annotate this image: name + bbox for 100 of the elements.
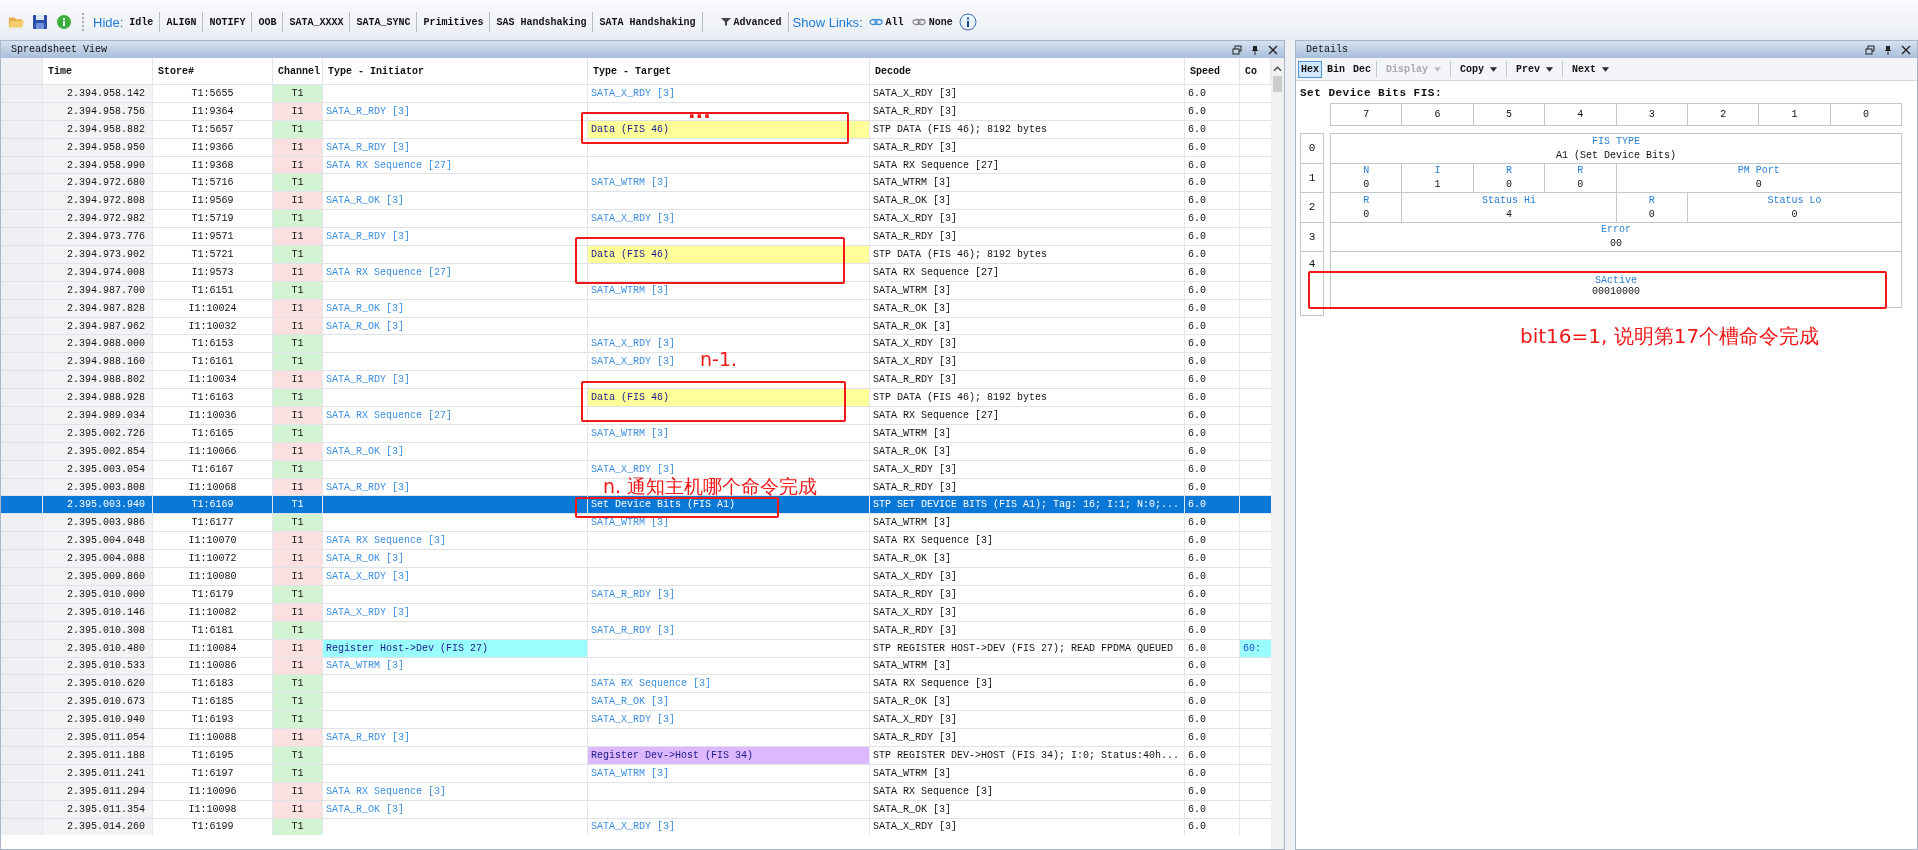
filter-button[interactable]: ALIGN xyxy=(164,14,199,30)
row-header-cell[interactable] xyxy=(1,764,43,782)
row-header-cell[interactable] xyxy=(1,800,43,818)
row-header-cell[interactable] xyxy=(1,603,43,621)
info-icon[interactable] xyxy=(958,13,977,31)
table-row[interactable]: 2.394.973.776 I1:9571 I1 SATA_R_RDY [3] SATA_R_RDY [3] 6.0 xyxy=(1,227,1271,245)
table-row[interactable]: 2.394.972.808 I1:9569 I1 SATA_R_OK [3] SATA_R_OK [3] 6.0 xyxy=(1,191,1271,210)
table-cell: SATA RX Sequence [3] xyxy=(870,782,1185,800)
table-row[interactable]: 2.394.973.902 T1:5721 T1 Data (FIS 46) STP DATA (FIS 46); 8192 bytes 6.0 xyxy=(1,245,1271,263)
row-header-cell[interactable] xyxy=(1,424,43,442)
table-cell: T1 xyxy=(273,353,323,371)
filter-button[interactable]: Primitives xyxy=(421,14,486,30)
table-row[interactable]: 2.395.011.054 I1:10088 I1 SATA_R_RDY [3] SATA_R_RDY [3] 6.0 xyxy=(1,728,1271,746)
restore-icon[interactable] xyxy=(1865,44,1875,55)
table-cell: I1 xyxy=(273,657,323,675)
filter-button[interactable]: OOB xyxy=(256,14,279,30)
table-row[interactable]: 2.395.010.673 T1:6185 T1 SATA_R_OK [3] SATA_R_OK [3] 6.0 xyxy=(1,692,1271,711)
filter-button[interactable]: NOTIFY xyxy=(207,14,248,30)
dropdown-button[interactable]: Prev xyxy=(1509,60,1561,78)
table-row[interactable]: 2.394.989.034 I1:10036 I1 SATA RX Sequence [27] SATA RX Sequence [27] 6.0 xyxy=(1,406,1271,424)
row-header-cell[interactable] xyxy=(1,371,43,389)
row-header-cell[interactable] xyxy=(1,585,43,603)
row-header-cell[interactable] xyxy=(1,210,43,228)
view-mode-button[interactable]: Hex xyxy=(1298,60,1322,78)
pin-icon[interactable] xyxy=(1883,44,1893,55)
filter-button[interactable]: SATA Handshaking xyxy=(597,14,698,30)
row-header-cell[interactable] xyxy=(1,85,43,102)
table-cell: 2.395.003.986 xyxy=(43,514,153,532)
byte-index: 1 xyxy=(1308,171,1316,184)
table-cell: 6.0 xyxy=(1185,782,1240,800)
field-value: 0 xyxy=(1363,179,1370,191)
filter-button[interactable]: Idle xyxy=(127,14,156,30)
field-value: 0 xyxy=(1505,179,1512,191)
close-icon[interactable] xyxy=(1901,44,1911,55)
row-header-cell[interactable] xyxy=(1,58,43,84)
row-header-cell[interactable] xyxy=(1,460,43,478)
filter-button[interactable]: SATA_SYNC xyxy=(354,14,413,30)
row-header-cell[interactable] xyxy=(1,675,43,693)
dropdown-button[interactable]: Next xyxy=(1565,60,1617,78)
row-header-cell[interactable] xyxy=(1,263,43,281)
table-row[interactable]: 2.394.972.680 T1:5716 T1 SATA_WTRM [3] SATA_WTRM [3] 6.0 xyxy=(1,173,1271,192)
table-row[interactable]: 2.394.988.000 T1:6153 T1 SATA_X_RDY [3] SATA_X_RDY [3] 6.0 xyxy=(1,334,1271,353)
table-row[interactable]: 2.395.010.620 T1:6183 T1 SATA RX Sequence [3] SATA RX Sequence [3] 6.0 xyxy=(1,674,1271,693)
row-header-cell[interactable] xyxy=(1,514,43,532)
table-row[interactable]: 2.394.972.982 T1:5719 T1 SATA_X_RDY [3] SATA_X_RDY [3] 6.0 xyxy=(1,209,1271,228)
close-icon[interactable] xyxy=(1268,44,1278,55)
row-header-cell[interactable] xyxy=(1,532,43,550)
scroll-up-icon[interactable] xyxy=(1273,66,1282,72)
pin-icon[interactable] xyxy=(1250,44,1260,55)
row-header-cell[interactable] xyxy=(1,818,43,836)
row-header-cell[interactable] xyxy=(1,407,43,424)
filter-button[interactable]: SAS Handshaking xyxy=(494,14,589,30)
row-header-cell[interactable] xyxy=(1,281,43,299)
row-header-cell[interactable] xyxy=(1,174,43,192)
row-header-cell[interactable] xyxy=(1,138,43,156)
scroll-thumb[interactable] xyxy=(1273,76,1282,92)
row-header-cell[interactable] xyxy=(1,568,43,585)
link-option-button[interactable]: None xyxy=(909,14,955,30)
table-row[interactable]: 2.394.958.142 T1:5655 T1 SATA_X_RDY [3] SATA_X_RDY [3] 6.0 xyxy=(1,84,1271,102)
advanced-button[interactable]: Advanced xyxy=(718,14,784,30)
row-header-cell[interactable] xyxy=(1,478,43,496)
row-header-cell[interactable] xyxy=(1,389,43,407)
row-header-cell[interactable] xyxy=(1,729,43,746)
row-header-cell[interactable] xyxy=(1,228,43,245)
row-header-cell[interactable] xyxy=(1,156,43,174)
row-header-cell[interactable] xyxy=(1,639,43,657)
row-header-cell[interactable] xyxy=(1,621,43,639)
table-cell: 2.395.010.000 xyxy=(43,585,153,603)
row-header-cell[interactable] xyxy=(1,317,43,335)
row-header-cell[interactable] xyxy=(1,657,43,675)
link-option-button[interactable]: All xyxy=(866,14,906,30)
dropdown-button[interactable]: Copy xyxy=(1453,60,1505,78)
table-cell: 2.394.973.776 xyxy=(43,228,153,245)
view-mode-button[interactable]: Dec xyxy=(1350,60,1375,78)
row-header-cell[interactable] xyxy=(1,782,43,800)
row-header-cell[interactable] xyxy=(1,442,43,460)
row-header-cell[interactable] xyxy=(1,335,43,353)
save-icon[interactable] xyxy=(32,14,48,30)
field-label: FIS TYPE xyxy=(1592,135,1641,147)
table-row[interactable]: 2.395.009.860 I1:10080 I1 SATA_X_RDY [3] SATA_X_RDY [3] 6.0 xyxy=(1,567,1271,585)
row-header-cell[interactable] xyxy=(1,711,43,729)
restore-icon[interactable] xyxy=(1232,44,1242,55)
table-row[interactable]: 2.394.988.928 T1:6163 T1 Data (FIS 46) STP DATA (FIS 46); 8192 bytes 6.0 xyxy=(1,388,1271,407)
table-row[interactable]: 2.395.010.940 T1:6193 T1 SATA_X_RDY [3] SATA_X_RDY [3] 6.0 xyxy=(1,710,1271,729)
filter-button[interactable]: SATA_XXXX xyxy=(287,14,346,30)
scrollbar[interactable] xyxy=(1271,58,1284,849)
row-header-cell[interactable] xyxy=(1,353,43,371)
row-header-cell[interactable] xyxy=(1,746,43,764)
row-header-cell[interactable] xyxy=(1,192,43,210)
table-row[interactable]: 2.394.988.802 I1:10034 I1 SATA_R_RDY [3] SATA_R_RDY [3] 6.0 xyxy=(1,370,1271,389)
table-row[interactable]: 2.395.004.088 I1:10072 I1 SATA_R_OK [3] SATA_R_OK [3] 6.0 xyxy=(1,549,1271,568)
row-header-cell[interactable] xyxy=(1,299,43,317)
row-header-cell[interactable] xyxy=(1,693,43,711)
row-header-cell[interactable] xyxy=(1,102,43,120)
row-header-cell[interactable] xyxy=(1,120,43,138)
table-row[interactable]: 2.395.004.048 I1:10070 I1 SATA RX Sequence [3] SATA RX Sequence [3] 6.0 xyxy=(1,531,1271,550)
row-header-cell[interactable] xyxy=(1,550,43,568)
view-mode-button[interactable]: Bin xyxy=(1324,60,1349,78)
table-row[interactable]: 2.395.003.940 T1:6169 T1 Set Device Bits (FIS A1) STP SET DEVICE BITS (FIS A1); Tag: 16; I:1; N:0;... 6.0 xyxy=(1,495,1271,514)
row-header-cell[interactable] xyxy=(1,246,43,263)
